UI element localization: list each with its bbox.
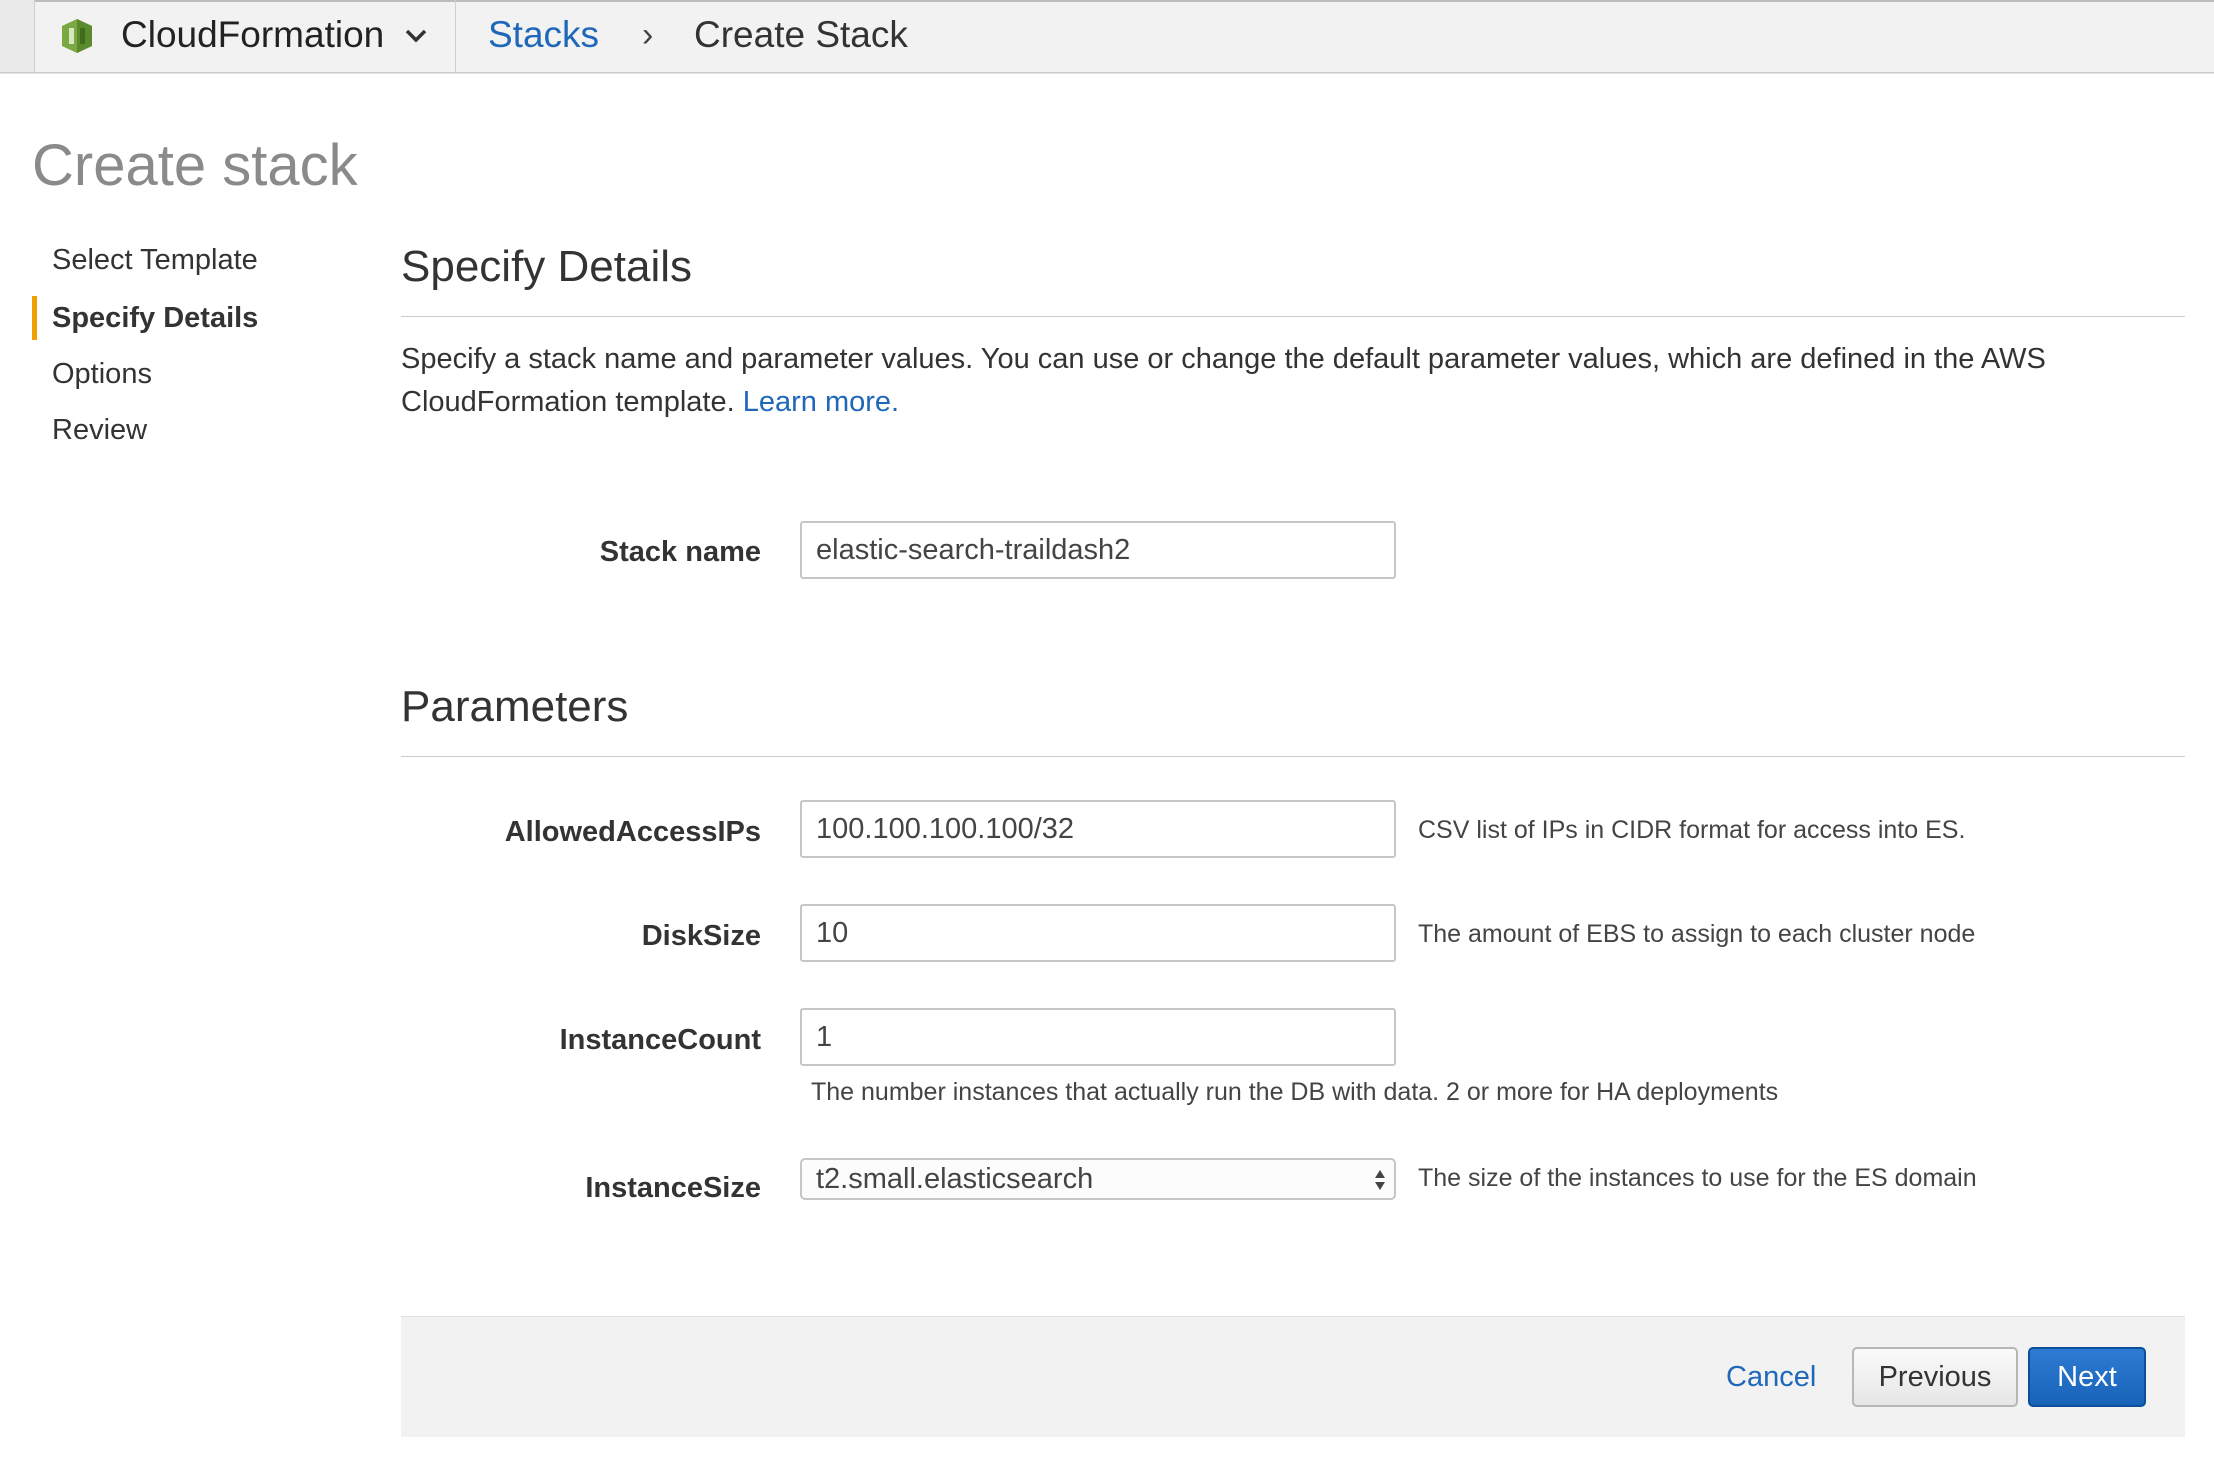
cancel-button[interactable]: Cancel	[1726, 1361, 1816, 1394]
instance-size-help: The size of the instances to use for the…	[1418, 1164, 1977, 1192]
stack-name-label: Stack name	[599, 536, 761, 568]
create-stack-page: CloudFormation Stacks › Create Stack Cre…	[0, 0, 2214, 1464]
breadcrumb-current: Create Stack	[694, 14, 908, 55]
section-heading-specify-details: Specify Details	[401, 242, 693, 291]
active-step-indicator	[32, 296, 37, 340]
select-arrows-icon	[1375, 1170, 1385, 1190]
section-divider	[401, 756, 2185, 757]
breadcrumb-separator: ›	[642, 16, 654, 54]
nav-step-review[interactable]: Review	[52, 414, 147, 447]
section-heading-parameters: Parameters	[401, 682, 629, 731]
cloudformation-logo-icon	[62, 19, 92, 53]
nav-step-specify-details[interactable]: Specify Details	[52, 302, 258, 335]
nav-step-options[interactable]: Options	[52, 358, 152, 391]
intro-text: Specify a stack name and parameter value…	[401, 338, 2161, 424]
intro-description: Specify a stack name and parameter value…	[401, 343, 2046, 418]
next-button[interactable]: Next	[2028, 1347, 2146, 1407]
allowed-access-ips-help: CSV list of IPs in CIDR format for acces…	[1418, 816, 1966, 844]
instance-count-help: The number instances that actually run t…	[811, 1078, 1779, 1106]
allowed-access-ips-label: AllowedAccessIPs	[504, 816, 761, 848]
previous-button[interactable]: Previous	[1852, 1347, 2018, 1407]
top-left-edge	[0, 0, 35, 72]
disk-size-input[interactable]	[800, 904, 1396, 962]
service-name[interactable]: CloudFormation	[121, 14, 384, 56]
page-title: Create stack	[32, 133, 358, 198]
breadcrumb-stacks-link[interactable]: Stacks	[488, 14, 599, 56]
stack-name-input[interactable]	[800, 521, 1396, 579]
instance-size-select[interactable]: t2.small.elasticsearch	[800, 1158, 1396, 1200]
instance-size-label: InstanceSize	[585, 1172, 761, 1204]
chevron-down-icon[interactable]	[404, 26, 428, 46]
allowed-access-ips-input[interactable]	[800, 800, 1396, 858]
instance-size-selected-value: t2.small.elasticsearch	[816, 1163, 1094, 1195]
disk-size-help: The amount of EBS to assign to each clus…	[1418, 920, 1976, 948]
learn-more-link[interactable]: Learn more.	[743, 386, 899, 418]
top-navigation-bar: CloudFormation Stacks › Create Stack	[0, 0, 2214, 73]
instance-count-label: InstanceCount	[559, 1024, 761, 1056]
section-divider	[401, 316, 2185, 317]
instance-count-input[interactable]	[800, 1008, 1396, 1066]
disk-size-label: DiskSize	[641, 920, 761, 952]
nav-step-select-template[interactable]: Select Template	[52, 244, 258, 277]
